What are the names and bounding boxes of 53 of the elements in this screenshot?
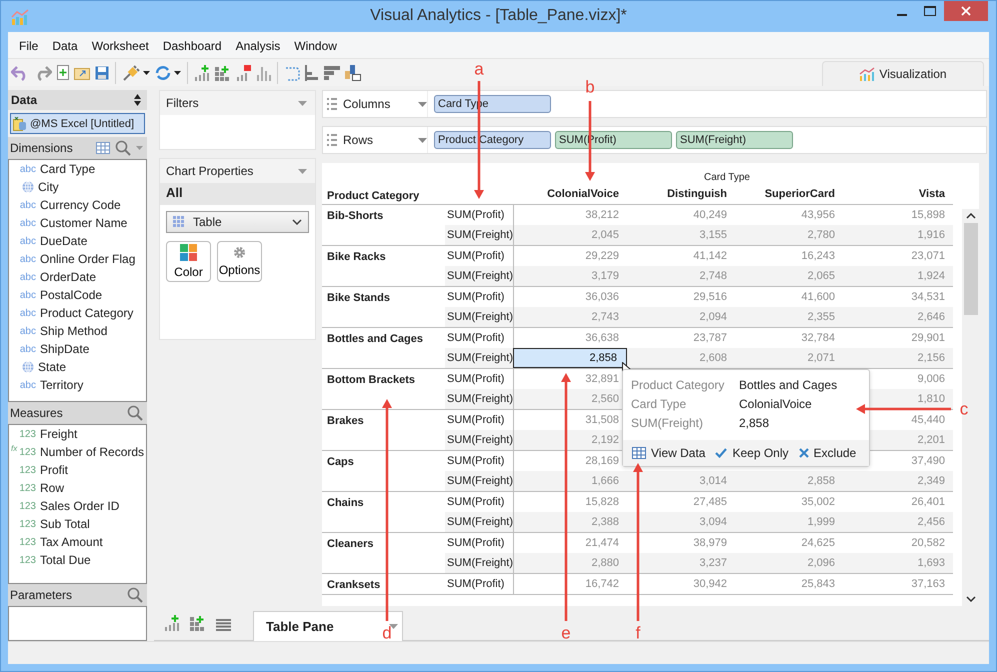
chart-properties-title: Chart Properties [166,164,254,178]
measure-label: SUM(Profit) [446,495,506,510]
measure-label: SUM(Freight) [445,266,513,286]
measure-label: SUM(Freight) [445,471,513,491]
shelf-label: Rows [343,133,374,147]
measure-label: SUM(Profit) [446,249,506,264]
measure-label: SUM(Profit) [446,208,506,223]
measure-label: SUM(Profit) [446,331,506,346]
measure-label: SUM(Profit) [446,536,506,551]
annotation-label: c [960,400,968,418]
category-cell-text: Brakes [326,414,365,429]
annotation-label: b [585,78,595,96]
scope-label: All [160,183,315,205]
measure-label: SUM(Profit) [446,290,506,305]
annotation-label: d [382,624,392,642]
column-group-header: Card Type [704,172,750,183]
category-cell-text: Cleaners [326,537,374,552]
measure-label: SUM(Freight) [445,348,513,368]
measure-label: SUM(Freight) [445,225,513,245]
shelf-label: Columns [343,97,392,111]
category-cell-text: Bike Racks [326,250,387,265]
category-cell-text: Bottom Brackets [326,373,416,388]
measure-label: SUM(Freight) [445,307,513,327]
category-cell-text: Chains [326,496,365,511]
annotation-label: f [636,624,640,642]
measure-label: SUM(Freight) [445,553,513,573]
row-header: Product Category [326,188,420,202]
category-cell-text: Cranksets [326,578,382,593]
category-cell-text: Bottles and Cages [326,332,424,347]
dimensions-title: Dimensions [10,141,74,155]
measure-label: SUM(Profit) [446,454,506,469]
filters-title: Filters [166,96,199,110]
measure-label: SUM(Profit) [446,413,506,428]
tooltip-label: SUM(Freight) [631,416,704,430]
category-cell-text: Caps [326,455,355,470]
tooltip-label: Card Type [631,397,688,411]
measure-label: SUM(Profit) [446,577,506,592]
tooltip-label: Product Category [631,378,726,392]
category-cell-text: Bib-Shorts [326,209,384,224]
parameters-title: Parameters [10,588,74,602]
tooltip-value: 2,858 [739,416,770,430]
tooltip-value: ColonialVoice [739,397,813,411]
measure-label: SUM(Profit) [446,372,506,387]
tooltip-value: Bottles and Cages [739,378,838,392]
measure-label: SUM(Freight) [445,512,513,532]
measure-label: SUM(Freight) [445,389,513,409]
annotation-label: e [561,624,571,642]
annotation-label: a [474,60,484,78]
measure-label: SUM(Freight) [445,430,513,450]
window-title: Visual Analytics - [Table_Pane.vizx]* [370,7,627,25]
measures-title: Measures [10,406,64,420]
category-cell-text: Bike Stands [326,291,391,306]
data-panel-title: Data [11,93,38,107]
